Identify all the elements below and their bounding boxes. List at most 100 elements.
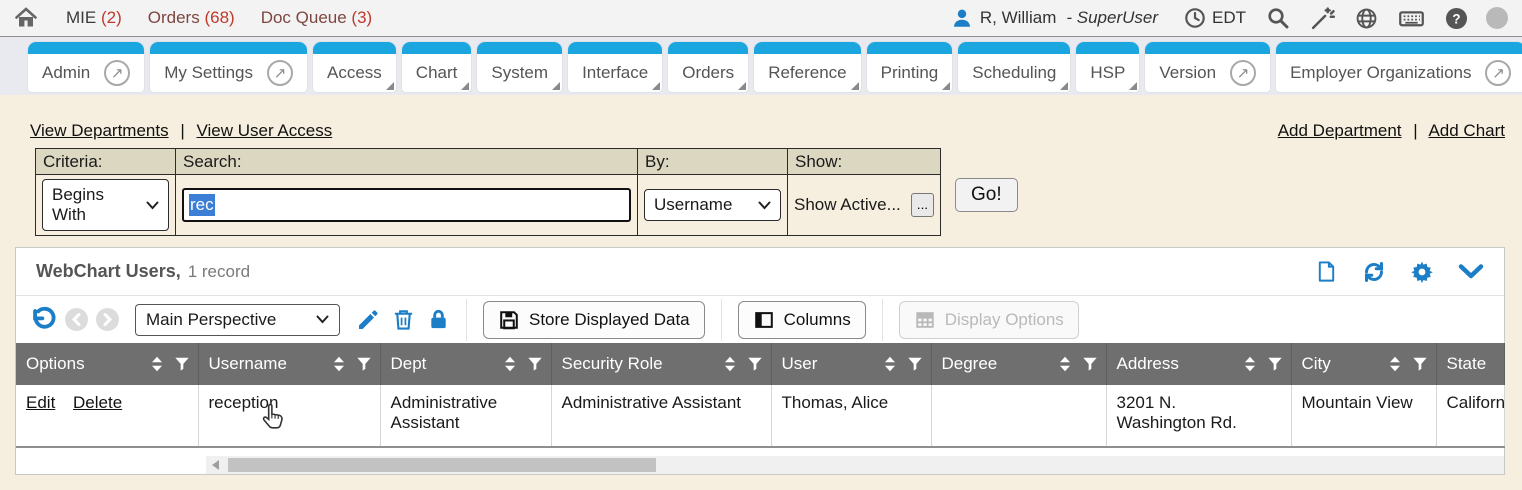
- timezone-group[interactable]: EDT: [1184, 7, 1246, 29]
- sort-icon[interactable]: [882, 355, 898, 373]
- by-select[interactable]: Username: [644, 189, 781, 221]
- help-icon[interactable]: ?: [1445, 7, 1468, 30]
- filter-icon[interactable]: [747, 356, 763, 372]
- tab-hsp[interactable]: HSP: [1076, 42, 1139, 92]
- column-header-dept[interactable]: Dept: [380, 343, 551, 385]
- sort-icon[interactable]: [331, 355, 347, 373]
- display-options-button[interactable]: Display Options: [899, 301, 1079, 339]
- add-chart-link[interactable]: Add Chart: [1428, 121, 1505, 140]
- external-link-icon[interactable]: ↗: [1230, 60, 1256, 86]
- column-header-state[interactable]: State: [1436, 343, 1504, 385]
- criteria-select[interactable]: Begins With: [42, 179, 169, 231]
- refresh-icon[interactable]: [1362, 260, 1386, 284]
- timezone-label: EDT: [1212, 8, 1246, 28]
- degree-cell: [931, 385, 1106, 447]
- filter-icon[interactable]: [356, 356, 372, 372]
- edit-perspective-icon[interactable]: [356, 308, 380, 332]
- tab-printing[interactable]: Printing: [867, 42, 953, 92]
- horizontal-scrollbar[interactable]: [206, 456, 1504, 474]
- nav-mie[interactable]: MIE (2): [66, 8, 122, 28]
- tab-reference[interactable]: Reference: [754, 42, 860, 92]
- fixed-column-spacer: [16, 456, 206, 474]
- filter-icon[interactable]: [527, 356, 543, 372]
- column-header-username[interactable]: Username: [198, 343, 380, 385]
- tab-system[interactable]: System: [477, 42, 562, 92]
- nav-doc-queue-count: (3): [351, 8, 372, 27]
- external-link-icon[interactable]: ↗: [267, 60, 293, 86]
- filter-icon[interactable]: [1082, 356, 1098, 372]
- nav-doc-queue-label: Doc Queue: [261, 8, 347, 27]
- search-label: Search:: [176, 149, 638, 175]
- tab-label: Reference: [768, 63, 846, 83]
- column-header-security-role[interactable]: Security Role: [551, 343, 771, 385]
- next-icon[interactable]: [96, 308, 119, 331]
- column-header-degree[interactable]: Degree: [931, 343, 1106, 385]
- tab-admin[interactable]: Admin ↗: [28, 42, 144, 92]
- toolbar-separator: [882, 299, 883, 341]
- view-departments-link[interactable]: View Departments: [30, 121, 169, 140]
- search-icon[interactable]: [1266, 6, 1290, 30]
- scroll-left-icon[interactable]: [212, 460, 219, 470]
- new-document-icon[interactable]: [1315, 260, 1338, 283]
- filter-icon[interactable]: [1267, 356, 1283, 372]
- column-header-user[interactable]: User: [771, 343, 931, 385]
- display-options-icon: [914, 309, 936, 331]
- external-link-icon[interactable]: ↗: [1485, 60, 1511, 86]
- show-more-button[interactable]: ...: [911, 193, 934, 217]
- columns-button[interactable]: Columns: [738, 301, 866, 339]
- edit-link[interactable]: Edit: [26, 393, 55, 412]
- tab-accent-strip: [1076, 42, 1139, 54]
- column-header-address[interactable]: Address: [1106, 343, 1291, 385]
- tab-version[interactable]: Version ↗: [1145, 42, 1270, 92]
- tab-my-settings[interactable]: My Settings ↗: [150, 42, 307, 92]
- delete-perspective-icon[interactable]: [392, 308, 415, 331]
- tab-chart[interactable]: Chart: [402, 42, 472, 92]
- go-button[interactable]: Go!: [955, 178, 1018, 212]
- nav-orders[interactable]: Orders (68): [148, 8, 235, 28]
- home-icon[interactable]: [14, 6, 38, 30]
- tab-label: Orders: [682, 63, 734, 83]
- sort-icon[interactable]: [149, 355, 165, 373]
- column-header-options[interactable]: Options: [16, 343, 198, 385]
- avatar[interactable]: [1486, 7, 1508, 29]
- address-cell: 3201 N. Washington Rd.: [1106, 385, 1291, 447]
- chevron-down-icon: [758, 201, 771, 210]
- tab-access[interactable]: Access: [313, 42, 396, 92]
- globe-icon[interactable]: [1355, 7, 1378, 30]
- filter-icon[interactable]: [907, 356, 923, 372]
- gear-icon[interactable]: [1410, 260, 1434, 284]
- sort-icon[interactable]: [1387, 355, 1403, 373]
- sort-icon[interactable]: [502, 355, 518, 373]
- tab-label: Access: [327, 63, 382, 83]
- tab-orders[interactable]: Orders: [668, 42, 748, 92]
- filter-icon[interactable]: [1412, 356, 1428, 372]
- chevron-down-icon: [316, 315, 329, 324]
- filter-icon[interactable]: [174, 356, 190, 372]
- collapse-chevron-icon[interactable]: [1458, 262, 1484, 282]
- search-input[interactable]: rec: [182, 188, 631, 222]
- tab-interface[interactable]: Interface: [568, 42, 662, 92]
- store-displayed-data-button[interactable]: Store Displayed Data: [483, 301, 705, 339]
- tab-accent-strip: [668, 42, 748, 54]
- sort-icon[interactable]: [722, 355, 738, 373]
- tab-scheduling[interactable]: Scheduling: [958, 42, 1070, 92]
- columns-label: Columns: [784, 310, 851, 330]
- tab-accent-strip: [28, 42, 144, 54]
- undo-icon[interactable]: [30, 306, 57, 333]
- add-department-link[interactable]: Add Department: [1278, 121, 1402, 140]
- nav-doc-queue[interactable]: Doc Queue (3): [261, 8, 373, 28]
- keyboard-icon[interactable]: [1398, 5, 1425, 32]
- delete-link[interactable]: Delete: [73, 393, 122, 412]
- view-user-access-link[interactable]: View User Access: [196, 121, 332, 140]
- previous-icon[interactable]: [65, 308, 88, 331]
- sort-icon[interactable]: [1242, 355, 1258, 373]
- lock-perspective-icon[interactable]: [427, 308, 450, 331]
- scrollbar-thumb[interactable]: [228, 458, 656, 472]
- external-link-icon[interactable]: ↗: [104, 60, 130, 86]
- perspective-select[interactable]: Main Perspective: [135, 304, 340, 336]
- sort-icon[interactable]: [1057, 355, 1073, 373]
- wand-icon[interactable]: [1310, 6, 1335, 31]
- tab-employer-organizations[interactable]: Employer Organizations ↗: [1276, 42, 1522, 92]
- user-name[interactable]: R, William: [980, 8, 1057, 28]
- column-header-city[interactable]: City: [1291, 343, 1436, 385]
